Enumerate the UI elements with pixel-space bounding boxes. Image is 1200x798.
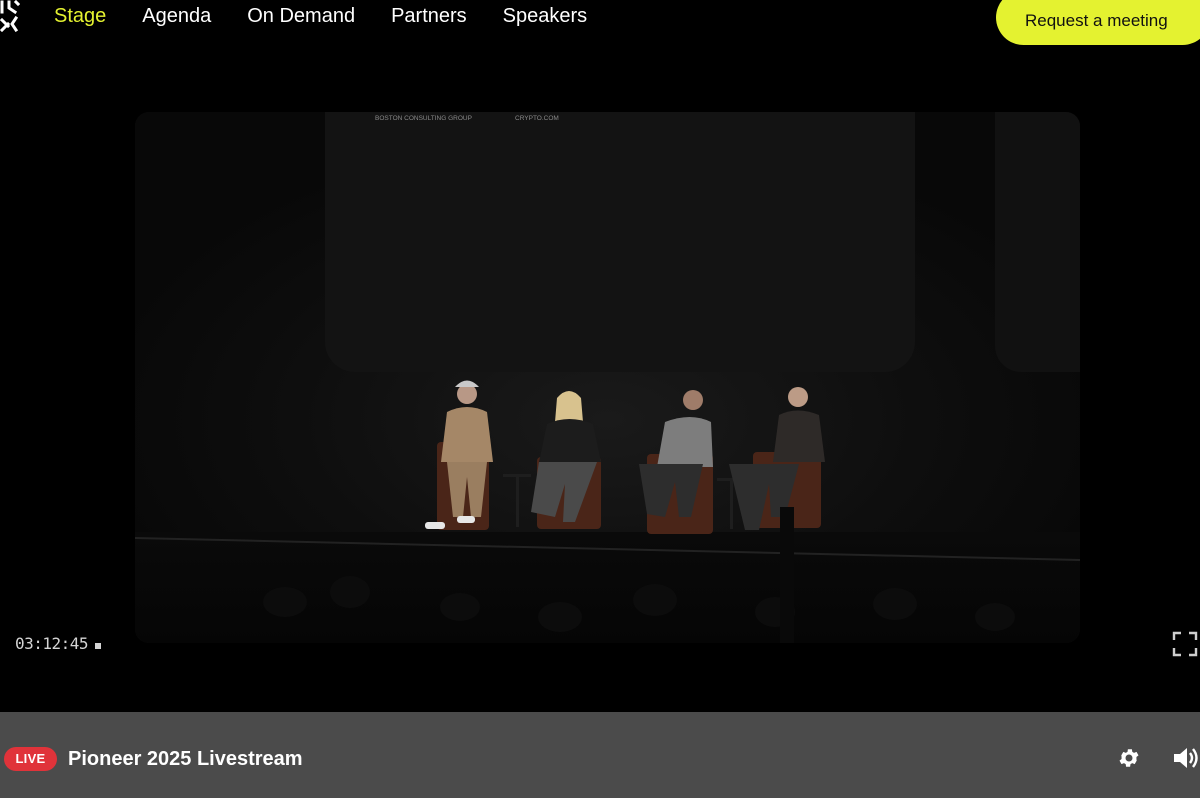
timecode: 03:12:45 [15,634,89,653]
stage-video-frame: BOSTON CONSULTING GROUP CRYPTO.COM [135,112,1080,643]
nav-item-partners[interactable]: Partners [391,4,467,28]
gear-icon[interactable] [1117,746,1141,770]
request-meeting-button[interactable]: Request a meeting [996,0,1200,45]
nav-item-stage[interactable]: Stage [54,4,106,28]
recording-indicator-icon [95,643,101,649]
nav-item-on-demand[interactable]: On Demand [247,4,355,28]
player-bar: LIVE Pioneer 2025 Livestream [0,712,1200,798]
livestream-page: Stage Agenda On Demand Partners Speakers… [0,0,1200,798]
screen-label: BOSTON CONSULTING GROUP [375,115,472,122]
main-nav: Stage Agenda On Demand Partners Speakers [54,4,623,28]
fullscreen-icon[interactable] [1172,631,1198,657]
video-player[interactable]: BOSTON CONSULTING GROUP CRYPTO.COM [135,112,1080,643]
speaker-volume-icon[interactable] [1172,745,1200,771]
nav-item-agenda[interactable]: Agenda [142,4,211,28]
screen-label: CRYPTO.COM [515,115,559,122]
nav-item-speakers[interactable]: Speakers [503,4,588,28]
live-badge: LIVE [4,747,57,771]
stream-title: Pioneer 2025 Livestream [68,748,303,770]
top-navigation: Stage Agenda On Demand Partners Speakers… [0,0,1200,48]
brand-logo-icon[interactable] [0,0,20,32]
